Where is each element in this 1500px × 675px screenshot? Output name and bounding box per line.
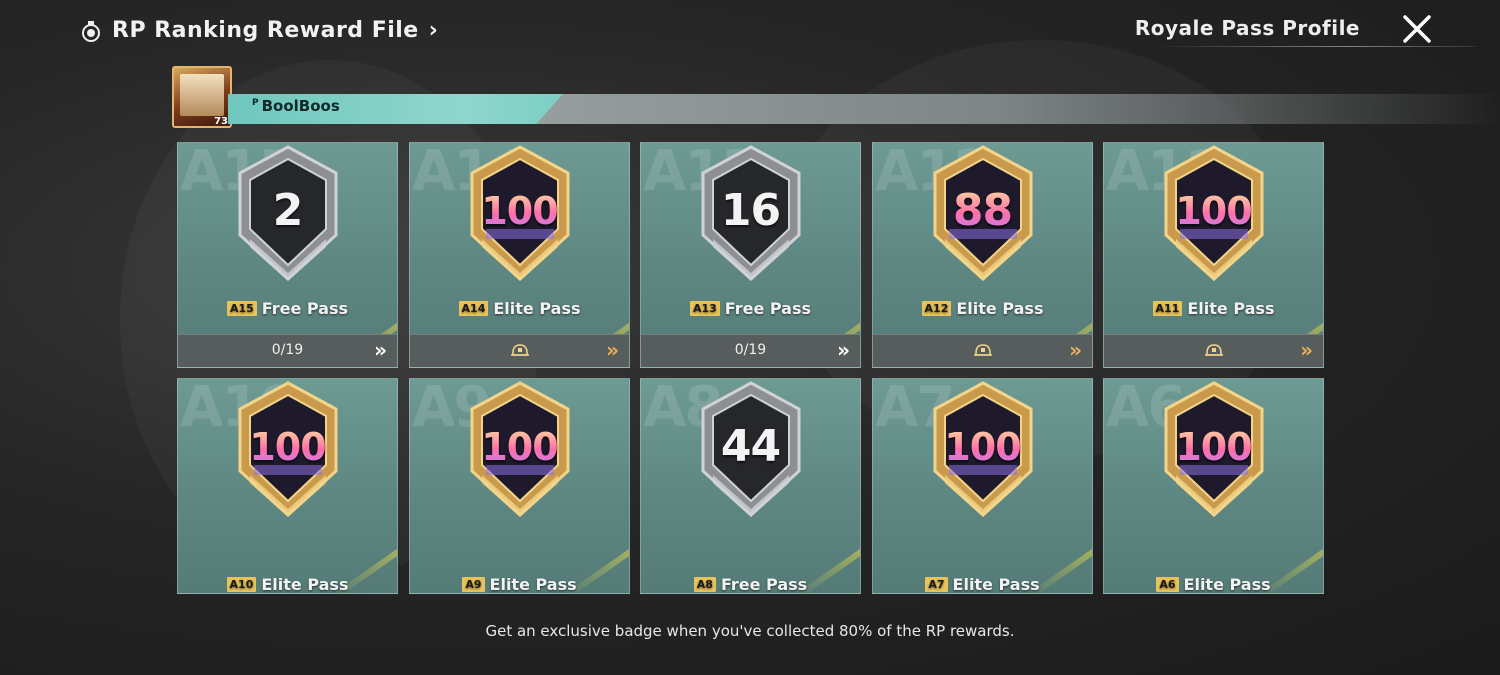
season-tag: A13 (689, 301, 720, 316)
header-divider (1155, 46, 1475, 47)
pass-label: A12 Elite Pass (873, 299, 1092, 318)
card-footer[interactable]: » (1104, 334, 1323, 367)
free-badge: 2 (228, 143, 348, 283)
reward-progress: 0/19 (734, 342, 767, 358)
season-card[interactable]: A7 100 A7 Elite Pass (872, 378, 1093, 594)
chevron-right-icon[interactable]: » (606, 338, 619, 362)
pass-type: Free Pass (724, 299, 812, 318)
player-name-text: BoolBoos (261, 97, 340, 115)
close-icon[interactable] (1400, 12, 1434, 46)
elite-badge: 88 (923, 143, 1043, 283)
season-card[interactable]: A11 100 A11 Elite Pass » (1103, 142, 1324, 368)
chevron-right-icon[interactable]: » (1300, 338, 1313, 362)
badge-rank-value: 44 (720, 421, 781, 472)
pass-type: Elite Pass (1183, 575, 1271, 594)
elite-badge: 100 (1154, 379, 1274, 519)
reward-progress: 0/19 (271, 342, 304, 358)
badge-rank-value: 100 (923, 425, 1043, 469)
season-tag: A8 (693, 577, 716, 592)
elite-badge: 100 (460, 143, 580, 283)
card-footer[interactable]: 0/19 » (178, 334, 397, 367)
helmet-icon (510, 342, 530, 360)
card-footer[interactable]: » (410, 334, 629, 367)
elite-badge: 100 (460, 379, 580, 519)
badge-rank-value: 88 (923, 185, 1043, 236)
season-tag: A15 (226, 301, 257, 316)
elite-badge: 100 (923, 379, 1043, 519)
footer-note: Get an exclusive badge when you've colle… (485, 622, 1015, 640)
free-badge: 44 (691, 379, 811, 519)
pass-type: Free Pass (261, 299, 349, 318)
helmet-icon (1204, 342, 1224, 360)
season-tag: A6 (1156, 577, 1179, 592)
avatar-image (180, 74, 224, 116)
pass-type: Elite Pass (261, 575, 349, 594)
pass-label: A9 Elite Pass (410, 575, 629, 594)
pass-label: A10 Elite Pass (178, 575, 397, 594)
pass-type: Elite Pass (493, 299, 581, 318)
pass-label: A15 Free Pass (178, 299, 397, 318)
reward-file-link[interactable]: RP Ranking Reward File › (80, 18, 438, 43)
medal-icon (82, 20, 100, 42)
season-card[interactable]: A10 100 A10 Elite Pass (177, 378, 398, 594)
elite-badge: 100 (228, 379, 348, 519)
season-card[interactable]: A14 100 A14 Elite Pass » (409, 142, 630, 368)
pass-type: Elite Pass (489, 575, 577, 594)
player-name: P BoolBoos (252, 97, 340, 115)
royale-pass-profile-title: Royale Pass Profile (1134, 16, 1360, 40)
season-tag: A9 (462, 577, 485, 592)
pass-type: Elite Pass (956, 299, 1044, 318)
season-card[interactable]: A8 44 A8 Free Pass (640, 378, 861, 594)
season-tag: A10 (226, 577, 257, 592)
pass-label: A8 Free Pass (641, 575, 860, 594)
pass-label: A13 Free Pass (641, 299, 860, 318)
pass-label: A7 Elite Pass (873, 575, 1092, 594)
season-card[interactable]: A15 2 A15 Free Pass 0/19 » (177, 142, 398, 368)
badge-rank-value: 2 (272, 185, 304, 236)
helmet-icon (973, 342, 993, 360)
pass-label: A14 Elite Pass (410, 299, 629, 318)
pass-type: Free Pass (720, 575, 808, 594)
page-title: RP Ranking Reward File (112, 18, 419, 43)
pass-label: A11 Elite Pass (1104, 299, 1323, 318)
free-badge: 16 (691, 143, 811, 283)
season-tag: A7 (925, 577, 948, 592)
avatar[interactable]: 73 (172, 66, 232, 128)
profile-row: 73 P BoolBoos (172, 66, 1500, 132)
badge-rank-value: 16 (720, 185, 781, 236)
season-tag: A11 (1152, 301, 1183, 316)
season-card[interactable]: A12 88 A12 Elite Pass » (872, 142, 1093, 368)
badge-rank-value: 100 (1154, 189, 1274, 233)
pass-type: Elite Pass (952, 575, 1040, 594)
card-footer[interactable]: 0/19 » (641, 334, 860, 367)
badge-rank-value: 100 (1154, 425, 1274, 469)
chevron-right-icon: › (428, 18, 438, 43)
season-card[interactable]: A13 16 A13 Free Pass 0/19 » (640, 142, 861, 368)
elite-badge: 100 (1154, 143, 1274, 283)
chevron-right-icon[interactable]: » (837, 338, 850, 362)
season-tag: A12 (921, 301, 952, 316)
badge-rank-value: 100 (460, 189, 580, 233)
season-tag: A14 (458, 301, 489, 316)
season-card-grid: A15 2 A15 Free Pass 0/19» A14 100 A14 Elite Pass… (177, 142, 1325, 594)
chevron-right-icon[interactable]: » (374, 338, 387, 362)
name-prefix: P (252, 98, 259, 108)
badge-rank-value: 100 (460, 425, 580, 469)
card-footer[interactable]: » (873, 334, 1092, 367)
badge-rank-value: 100 (228, 425, 348, 469)
season-card[interactable]: A9 100 A9 Elite Pass (409, 378, 630, 594)
season-card[interactable]: A6 100 A6 Elite Pass (1103, 378, 1324, 594)
pass-type: Elite Pass (1187, 299, 1275, 318)
pass-label: A6 Elite Pass (1104, 575, 1323, 594)
avatar-level: 73 (214, 116, 228, 127)
chevron-right-icon[interactable]: » (1069, 338, 1082, 362)
